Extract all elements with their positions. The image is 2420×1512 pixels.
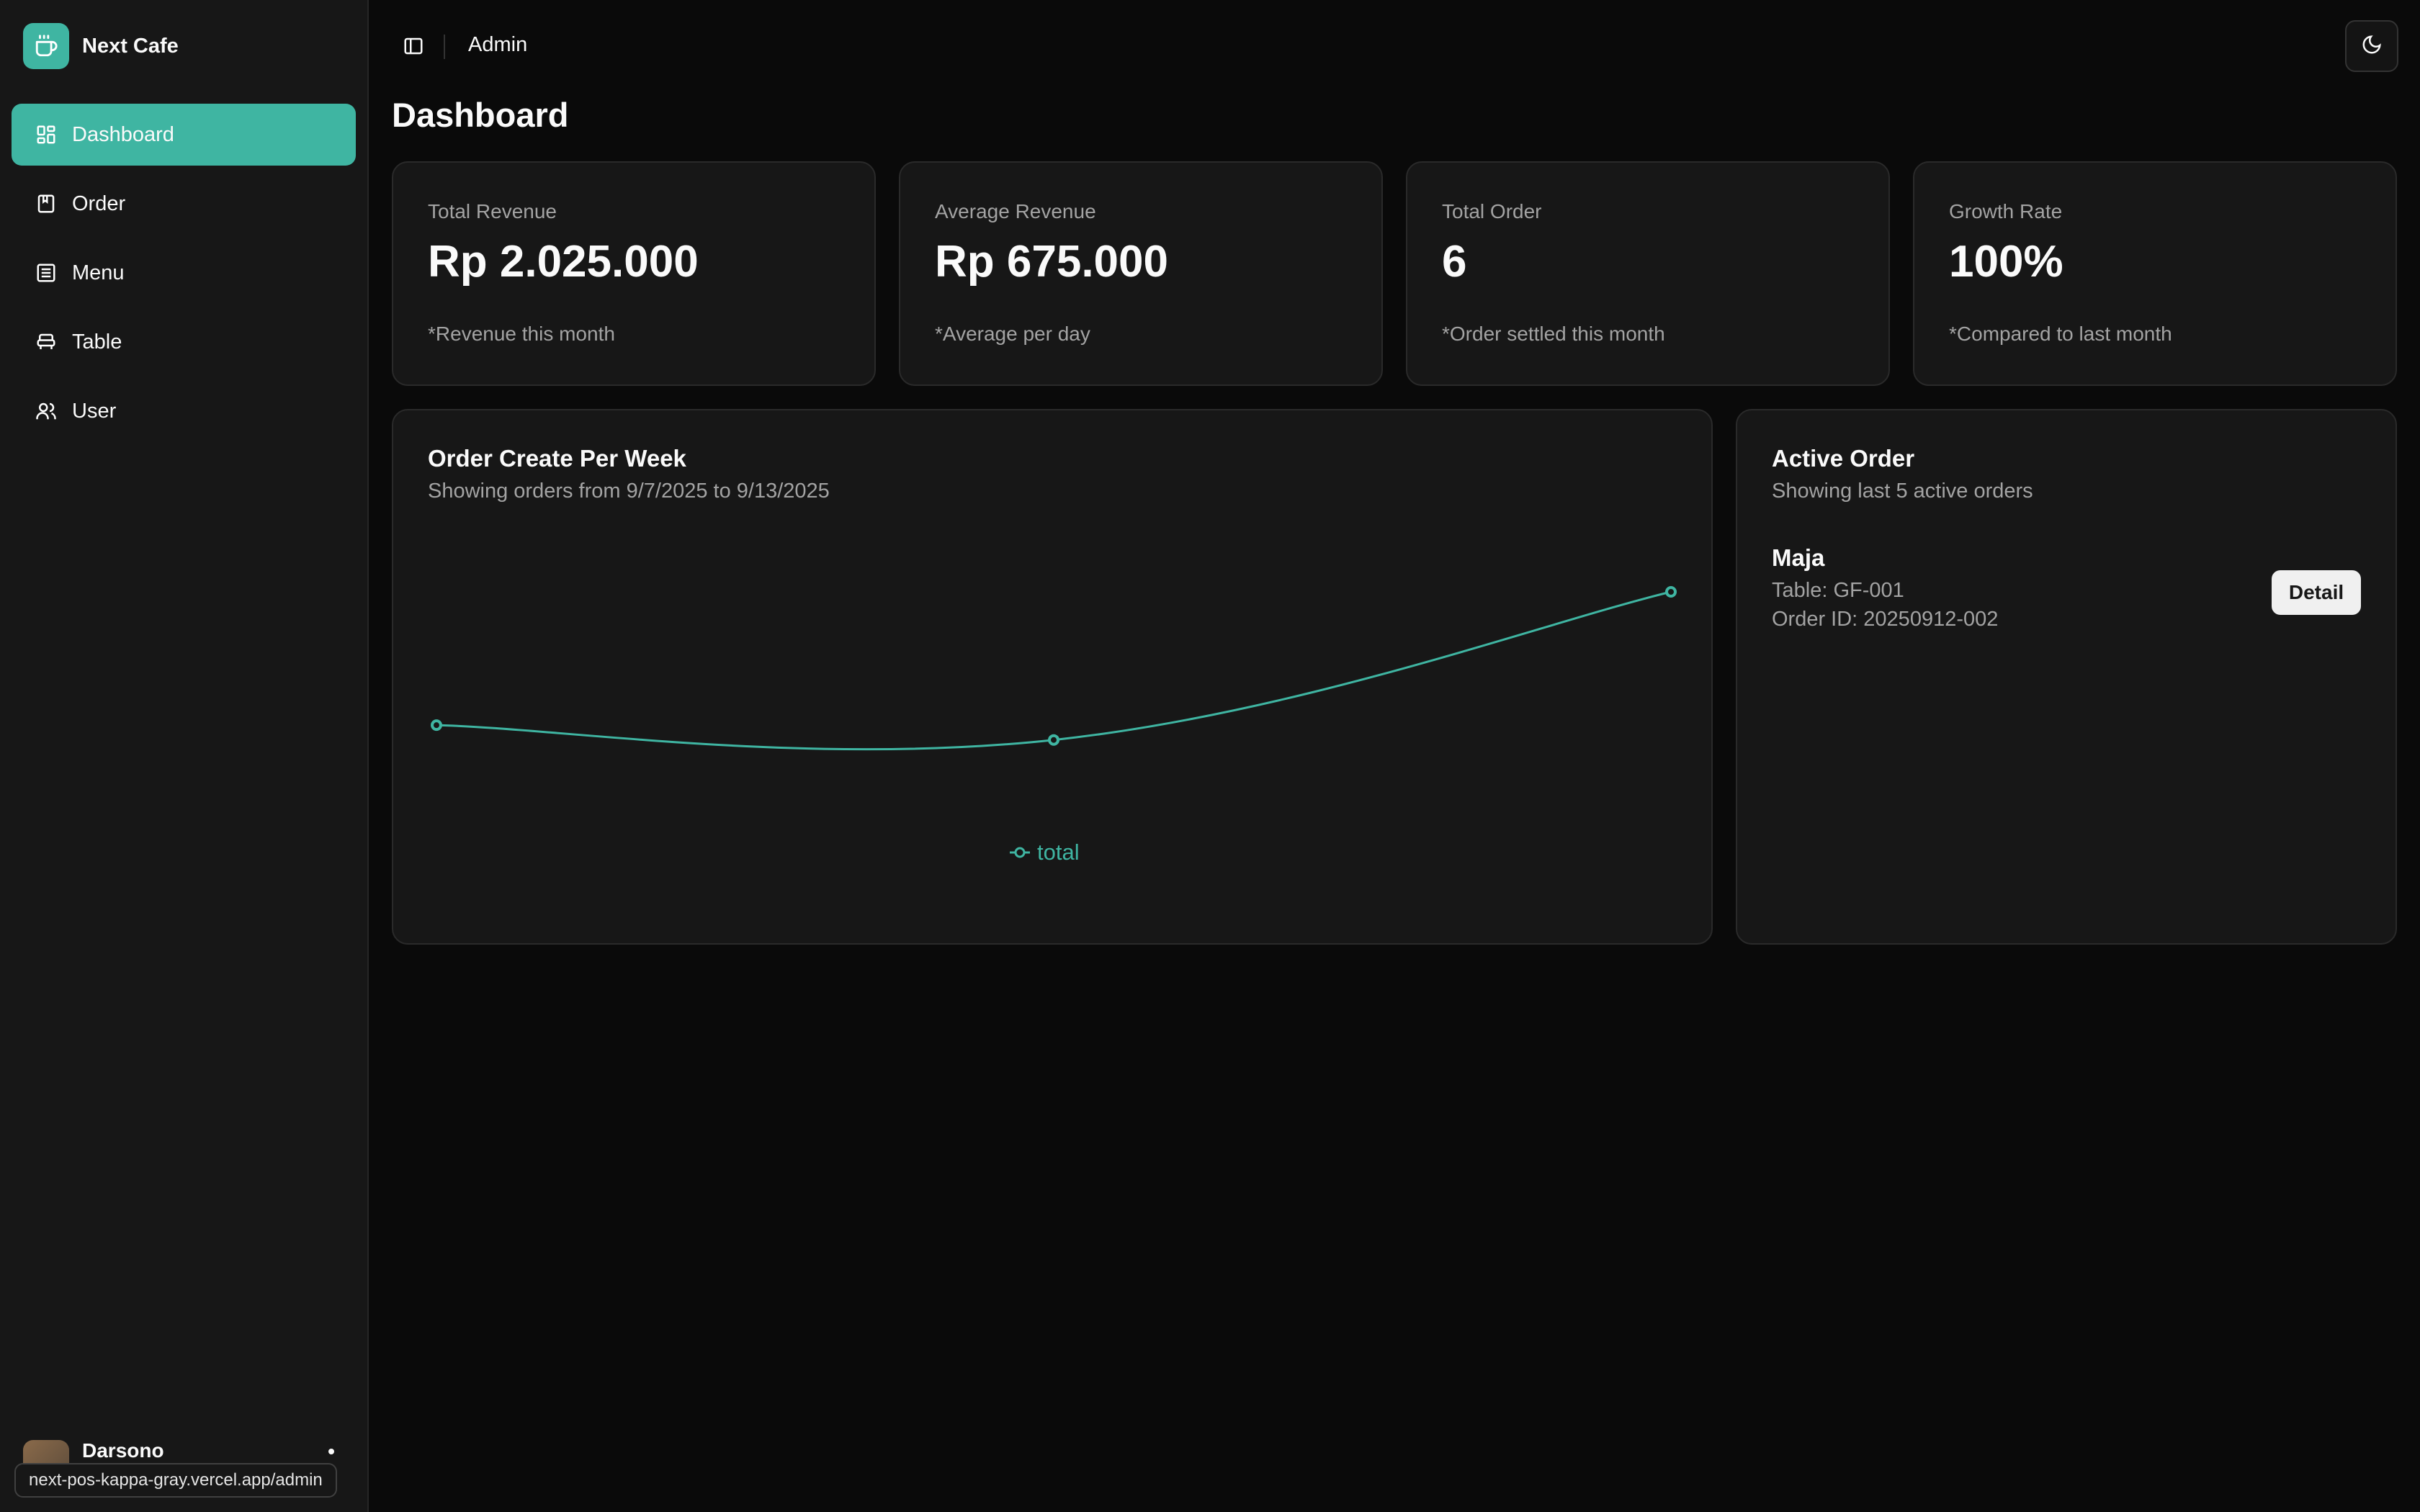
stat-note: *Compared to last month	[1949, 323, 2172, 345]
chart-card: Order Create Per Week Showing orders fro…	[392, 409, 1713, 945]
status-url-tooltip: next-pos-kappa-gray.vercel.app/admin	[14, 1463, 337, 1498]
data-point[interactable]	[431, 719, 442, 732]
menu-list-icon	[35, 261, 58, 284]
table-icon	[35, 330, 58, 354]
legend-marker-icon	[1014, 847, 1026, 858]
legend-label: total	[1037, 840, 1080, 865]
order-customer-name: Maja	[1772, 544, 1825, 571]
sidebar-item-label: User	[72, 399, 117, 423]
theme-toggle-button[interactable]	[2345, 20, 2398, 72]
header-divider	[444, 35, 445, 59]
stat-value: 100%	[1949, 237, 2063, 287]
stat-label: Total Revenue	[428, 200, 557, 222]
sidebar-item-menu[interactable]: Menu	[12, 242, 356, 304]
stat-card-total-revenue: Total Revenue Rp 2.025.000 *Revenue this…	[392, 161, 876, 386]
sidebar-item-table[interactable]: Table	[12, 311, 356, 373]
stat-card-total-order: Total Order 6 *Order settled this month	[1406, 161, 1890, 386]
brand[interactable]: Next Cafe	[23, 23, 179, 69]
order-detail-button[interactable]: Detail	[2272, 570, 2361, 615]
stat-card-average-revenue: Average Revenue Rp 675.000 *Average per …	[899, 161, 1383, 386]
sidebar-item-label: Order	[72, 192, 126, 215]
moon-icon	[2361, 34, 2383, 59]
stat-card-growth-rate: Growth Rate 100% *Compared to last month	[1913, 161, 2397, 386]
order-table: Table: GF-001	[1772, 579, 1904, 602]
app-root: Next Cafe Dashboard Order Menu Table Use…	[0, 0, 2420, 1512]
order-icon	[35, 192, 58, 215]
sidebar-item-label: Menu	[72, 261, 125, 284]
sidebar-item-dashboard[interactable]: Dashboard	[12, 104, 356, 166]
active-order-card: Active Order Showing last 5 active order…	[1736, 409, 2397, 945]
chart-legend: total	[1010, 840, 1080, 865]
stat-value: 6	[1442, 237, 1467, 287]
data-point[interactable]	[1665, 586, 1677, 598]
stat-label: Total Order	[1442, 200, 1542, 222]
line-chart: total	[431, 586, 1677, 865]
stat-value: Rp 2.025.000	[428, 237, 699, 287]
dashboard-icon	[35, 123, 58, 146]
stat-note: *Average per day	[935, 323, 1090, 345]
stat-label: Growth Rate	[1949, 200, 2063, 222]
stat-label: Average Revenue	[935, 200, 1096, 222]
more-options-icon[interactable]	[328, 1449, 334, 1454]
series-line-total	[436, 590, 1672, 751]
sidebar-item-order[interactable]: Order	[12, 173, 356, 235]
sidebar-item-label: Dashboard	[72, 122, 174, 146]
users-icon	[35, 400, 58, 423]
order-id: Order ID: 20250912-002	[1772, 608, 1999, 631]
top-header: Admin	[370, 0, 2420, 92]
stat-note: *Revenue this month	[428, 323, 615, 345]
sidebar-toggle-icon[interactable]	[399, 32, 428, 60]
brand-name: Next Cafe	[82, 34, 179, 58]
page-title: Dashboard	[392, 96, 569, 134]
active-order-title: Active Order	[1772, 445, 1915, 472]
coffee-icon	[23, 23, 69, 69]
data-point[interactable]	[1048, 734, 1059, 746]
sidebar: Next Cafe Dashboard Order Menu Table Use…	[0, 0, 369, 1512]
active-order-subtitle: Showing last 5 active orders	[1772, 480, 2033, 503]
sidebar-item-user[interactable]: User	[12, 380, 356, 442]
stat-note: *Order settled this month	[1442, 323, 1665, 345]
breadcrumb[interactable]: Admin	[468, 33, 527, 57]
sidebar-nav: Dashboard Order Menu Table User	[12, 104, 356, 449]
stat-value: Rp 675.000	[935, 237, 1168, 287]
sidebar-item-label: Table	[72, 330, 122, 354]
user-name: Darsono	[82, 1439, 164, 1462]
